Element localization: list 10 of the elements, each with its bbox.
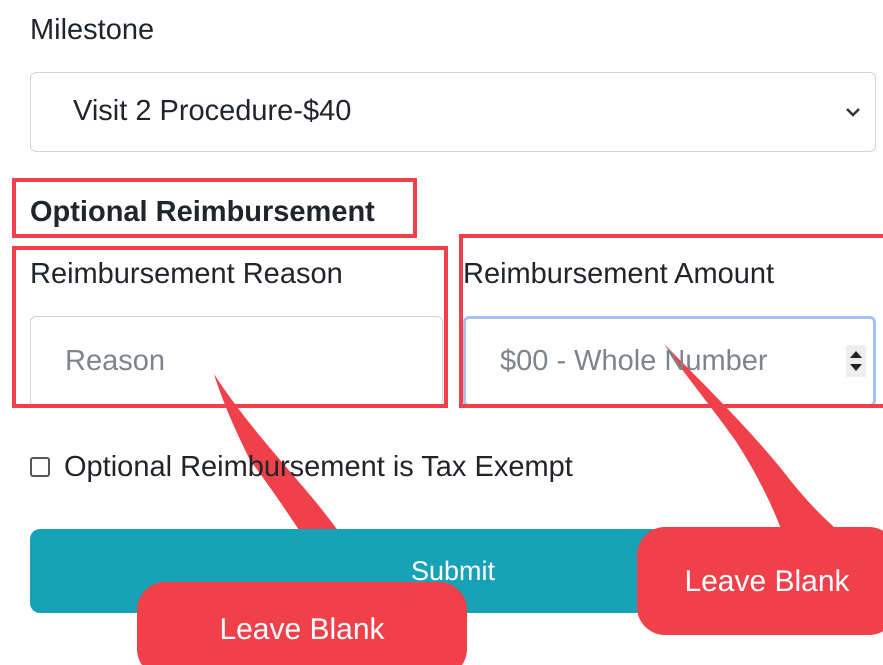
spinner-icon[interactable] bbox=[846, 345, 866, 377]
milestone-label: Milestone bbox=[30, 13, 154, 48]
chevron-down-icon bbox=[845, 106, 861, 118]
tax-exempt-checkbox[interactable] bbox=[30, 457, 50, 477]
callout: Leave Blank bbox=[137, 582, 467, 665]
callout: Leave Blank bbox=[637, 527, 883, 635]
milestone-select[interactable]: Visit 2 Procedure-$40 bbox=[30, 72, 876, 152]
field-label: Reimbursement Reason bbox=[30, 257, 343, 292]
field-label: Reimbursement Amount bbox=[463, 257, 774, 292]
section-heading: Optional Reimbursement bbox=[30, 195, 375, 230]
